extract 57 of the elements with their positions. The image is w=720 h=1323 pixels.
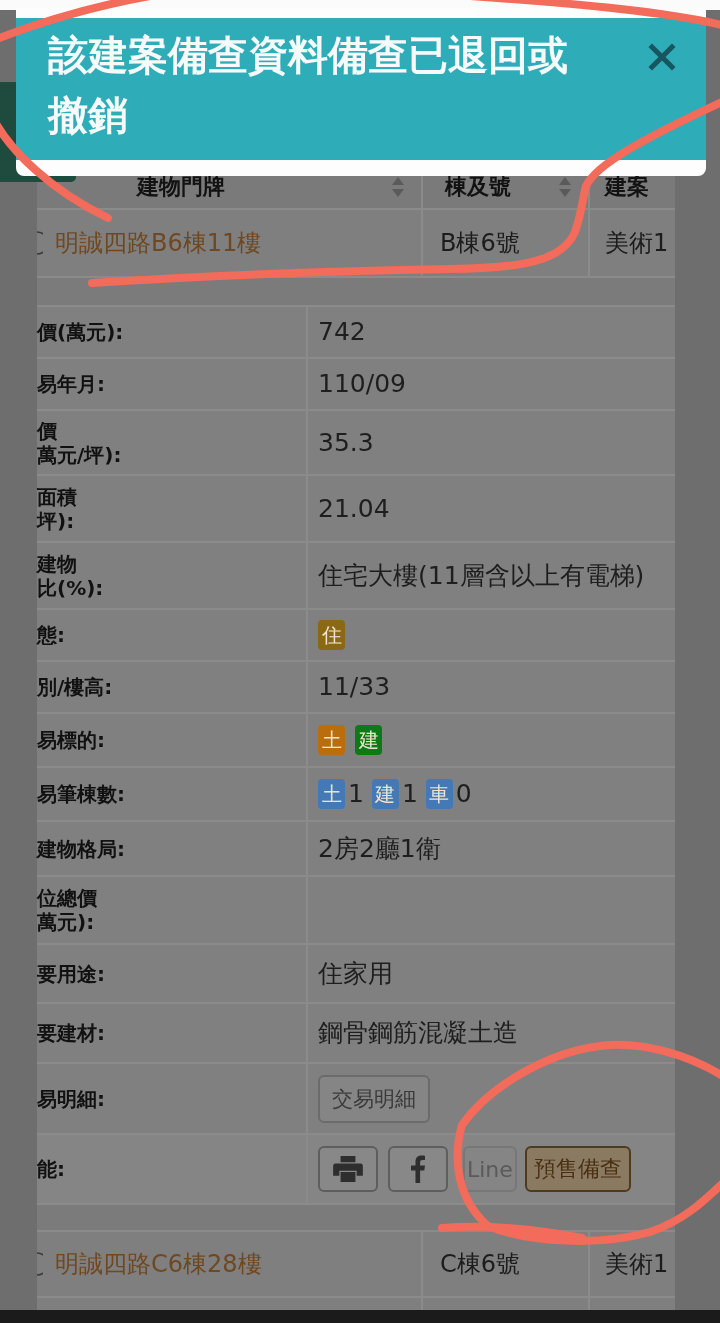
radio-icon[interactable] xyxy=(37,231,43,255)
field-label: 能: xyxy=(37,1157,65,1181)
field-label: 坪): xyxy=(37,508,75,533)
field-label: 比(%): xyxy=(37,575,104,600)
table-cell: 美術1 xyxy=(605,1249,669,1279)
column-header[interactable]: 棟及號 xyxy=(445,172,511,201)
field-value: 2房2廳1衛 xyxy=(318,832,441,865)
facebook-icon xyxy=(411,1155,425,1183)
property-tag: 土 xyxy=(318,725,345,755)
field-value: 住宅大樓(11層含以上有電梯) xyxy=(318,559,645,592)
address-link[interactable]: 明誠四路C6棟28樓 xyxy=(55,1249,262,1279)
property-tag: 建 xyxy=(355,725,382,755)
field-label: 建物格局: xyxy=(37,836,125,861)
field-value: 742 xyxy=(318,316,366,348)
details-button[interactable]: 交易明細 xyxy=(318,1074,430,1123)
radio-icon[interactable] xyxy=(37,1252,43,1276)
field-label: 萬元/坪): xyxy=(37,442,122,467)
count-tag: 車 xyxy=(425,779,453,809)
field-value: 11/33 xyxy=(318,671,391,703)
count-value: 0 xyxy=(455,778,472,810)
facebook-share-button[interactable] xyxy=(388,1146,448,1192)
field-value: 住家用 xyxy=(318,957,393,990)
field-label: 建物 xyxy=(37,551,77,576)
property-tag: 住 xyxy=(318,620,345,650)
field-label: 易明細: xyxy=(37,1086,105,1111)
table-cell: 美術1 xyxy=(605,228,669,258)
field-label: 萬元): xyxy=(37,910,95,934)
table-cell: B棟6號 xyxy=(440,228,520,258)
count-tag: 建 xyxy=(371,779,399,809)
field-label: 要用途: xyxy=(37,961,105,986)
count-value: 1 xyxy=(401,778,418,810)
field-label: 價(萬元): xyxy=(37,320,124,344)
close-button[interactable] xyxy=(648,43,676,71)
field-label: 易筆棟數: xyxy=(37,782,125,806)
field-label: 態: xyxy=(37,623,65,647)
field-label: 別/樓高: xyxy=(37,675,113,699)
address-link[interactable]: 明誠四路B6棟11樓 xyxy=(55,228,262,258)
printer-icon xyxy=(333,1156,363,1182)
field-value: 35.3 xyxy=(318,426,374,459)
field-value: 21.04 xyxy=(318,492,390,525)
toast-message: 該建案備查資料備查已退回或撤銷 xyxy=(48,31,569,140)
column-header: 建案 xyxy=(605,172,649,201)
field-label: 位總價 xyxy=(37,886,97,910)
field-label: 易標的: xyxy=(37,728,105,752)
field-label: 要建材: xyxy=(37,1021,105,1045)
column-header[interactable]: 建物門牌 xyxy=(137,172,225,201)
field-label: 易年月: xyxy=(37,372,105,396)
field-label: 面積 xyxy=(37,484,77,509)
field-value: 110/09 xyxy=(318,368,406,400)
presale-record-button[interactable]: 預售備查 xyxy=(524,1146,631,1192)
table-cell: C棟6號 xyxy=(440,1249,521,1279)
field-value: 鋼骨鋼筋混凝土造 xyxy=(318,1017,518,1049)
close-icon xyxy=(648,43,676,71)
count-value: 1 xyxy=(348,778,364,810)
count-tag: 土 xyxy=(318,779,345,809)
print-button[interactable] xyxy=(318,1146,378,1192)
field-label: 價 xyxy=(37,418,57,443)
